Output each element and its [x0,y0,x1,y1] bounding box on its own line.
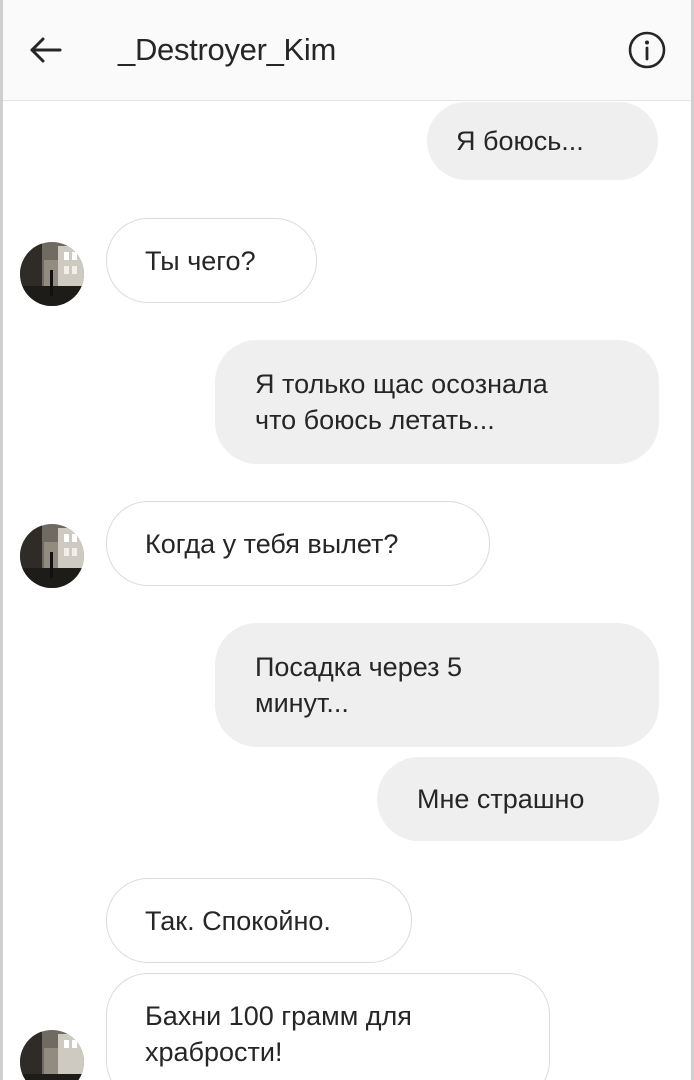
message-bubble-incoming[interactable]: Когда у тебя вылет? [106,501,490,586]
avatar-photo-icon [20,242,84,306]
message-bubble-incoming[interactable]: Так. Спокойно. [106,878,412,963]
chat-header: _Destroyer_Kim [0,0,694,101]
avatar[interactable] [20,1030,84,1080]
info-button[interactable] [627,30,667,70]
message-bubble-outgoing[interactable]: Посадка через 5 минут... [215,623,659,747]
chat-title[interactable]: _Destroyer_Kim [118,30,336,70]
info-circle-icon [628,31,666,69]
message-bubble-outgoing[interactable]: Я боюсь... [427,102,658,180]
avatar[interactable] [20,524,84,588]
avatar-photo-icon [20,524,84,588]
arrow-left-icon [30,37,62,63]
back-button[interactable] [18,28,70,72]
avatar[interactable] [20,242,84,306]
avatar-photo-icon [20,1030,84,1080]
message-bubble-outgoing[interactable]: Мне страшно [377,757,659,841]
chat-screen: _Destroyer_Kim Я боюсь... Ты чего? Я тол… [0,0,694,1080]
frame-edge-left [0,0,3,1080]
message-bubble-incoming[interactable]: Ты чего? [106,218,317,303]
message-bubble-incoming[interactable]: Бахни 100 грамм для храбрости! [106,973,550,1080]
message-bubble-outgoing[interactable]: Я только щас осознала что боюсь летать..… [215,340,659,464]
